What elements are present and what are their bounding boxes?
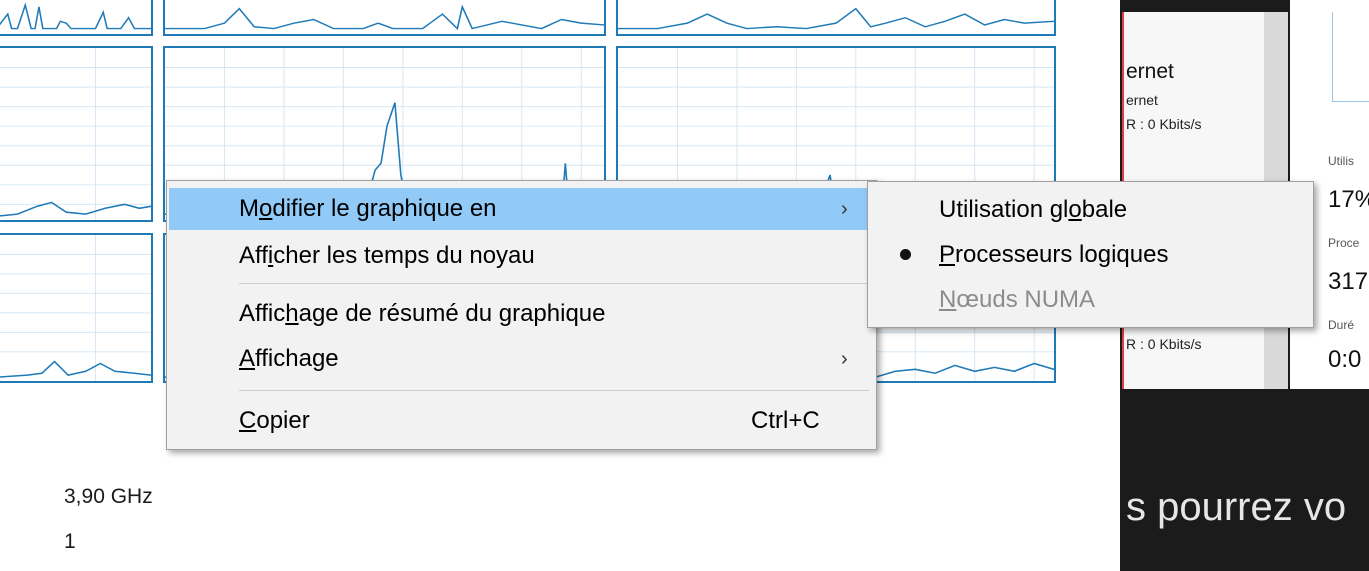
submenu-item-label: Utilisation globale [939, 196, 1128, 223]
submenu-item-numa-nodes: Nœuds NUMA [870, 279, 1311, 321]
submenu-item-label: Processeurs logiques [939, 241, 1169, 268]
uptime-label: Duré [1328, 318, 1355, 332]
menu-item-change-graph[interactable]: Modifier le graphique en › [169, 188, 874, 230]
submenu-item-overall-utilization[interactable]: Utilisation globale [870, 189, 1311, 231]
menu-item-view[interactable]: Affichage › [169, 338, 874, 380]
network-subtitle: ernet [1126, 92, 1158, 108]
mini-graph [1332, 12, 1369, 102]
menu-item-graph-summary-view[interactable]: Affichage de résumé du graphique [169, 293, 874, 335]
cpu-graph-middle-left [0, 46, 153, 222]
radio-bullet-icon [900, 249, 911, 260]
network-title[interactable]: ernet [1126, 60, 1174, 84]
network-rate: R : 0 Kbits/s [1126, 116, 1202, 132]
menu-item-label: Affichage [239, 345, 339, 372]
submenu-item-label: Nœuds NUMA [939, 286, 1096, 313]
menu-separator [239, 390, 869, 391]
cpu-graph-top-left [0, 0, 153, 36]
menu-item-show-kernel-times[interactable]: Afficher les temps du noyau [169, 235, 874, 277]
processes-value: 317 [1328, 268, 1369, 295]
graph-mode-submenu: Utilisation globale Processeurs logiques… [867, 181, 1314, 328]
submenu-item-logical-processors[interactable]: Processeurs logiques [870, 234, 1311, 276]
chevron-right-icon: › [841, 198, 848, 220]
menu-separator [239, 283, 869, 284]
network-rate-2: R : 0 Kbits/s [1126, 336, 1202, 352]
processes-label: Proce [1328, 236, 1360, 250]
menu-item-label: Copier [239, 407, 310, 434]
sockets-value: 1 [64, 530, 76, 553]
menu-item-copy[interactable]: Copier Ctrl+C [169, 400, 874, 442]
cpu-graph-top-right [616, 0, 1056, 36]
menu-item-shortcut: Ctrl+C [751, 407, 820, 434]
cpu-graph-bottom-left [0, 233, 153, 383]
menu-item-label: Affichage de résumé du graphique [239, 300, 606, 327]
processor-speed-value: 3,90 GHz [64, 485, 153, 508]
utilization-label: Utilis [1328, 154, 1354, 168]
banner-text: s pourrez vo [1126, 485, 1347, 529]
utilization-value: 17% [1328, 186, 1369, 213]
cpu-graph-top-middle [163, 0, 606, 36]
menu-item-label: Modifier le graphique en [239, 195, 497, 222]
context-menu: Modifier le graphique en › Afficher les … [166, 180, 877, 450]
menu-item-label: Afficher les temps du noyau [239, 242, 535, 269]
chevron-right-icon: › [841, 348, 848, 370]
uptime-value: 0:0 [1328, 346, 1362, 373]
